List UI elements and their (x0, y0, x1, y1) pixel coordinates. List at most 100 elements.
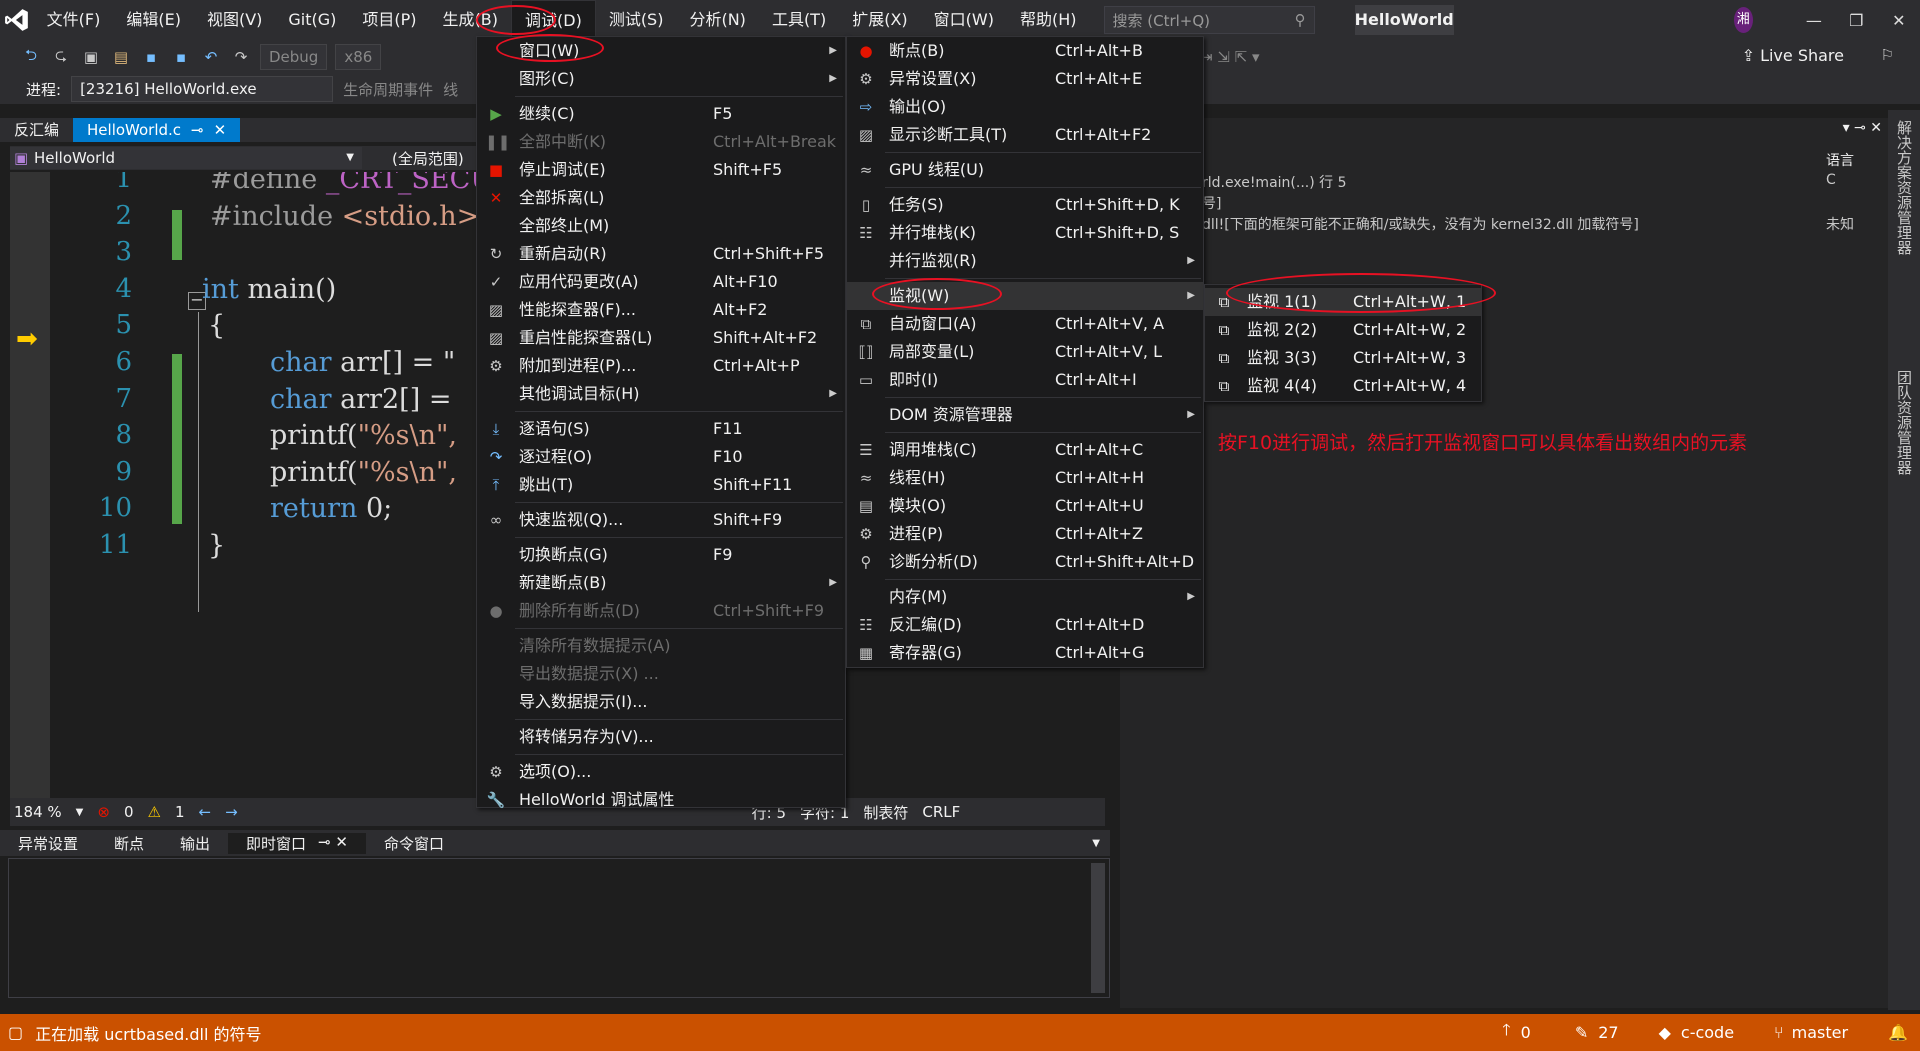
branch-icon[interactable]: ⑂ (1774, 1023, 1784, 1042)
menu-item[interactable]: ⚙ 异常设置(X) Ctrl+Alt+E (847, 65, 1203, 93)
search-box[interactable]: 搜索 (Ctrl+Q) ⚲ (1103, 6, 1315, 34)
process-select[interactable]: [23216] HelloWorld.exe (71, 76, 334, 102)
call-stack-row[interactable]: rld.exe!main(...) 行 5 (1202, 172, 1347, 192)
menu-item-11[interactable]: 窗口(W) (921, 0, 1007, 40)
menu-item[interactable]: ↻ 重新启动(R) Ctrl+Shift+F5 (477, 240, 845, 268)
immediate-window[interactable] (8, 858, 1110, 998)
nav-forward-icon[interactable]: → (225, 803, 238, 821)
lifecycle-events[interactable]: 生命周期事件 (343, 79, 433, 100)
menu-item[interactable]: ✕ 全部拆离(L) (477, 184, 845, 212)
restore-icon[interactable]: ❐ (1835, 11, 1877, 30)
zoom-level[interactable]: 184 % (14, 803, 62, 821)
menu-item[interactable]: 全部终止(M) (477, 212, 845, 240)
back-icon[interactable]: ⮌ (20, 46, 42, 68)
pin-icon[interactable]: ⊸ (191, 118, 204, 142)
code-editor[interactable]: ➡ − 1234567891011#define _CRT_SECUR#incl… (10, 172, 480, 798)
scrollbar[interactable] (1091, 863, 1105, 993)
forward-icon[interactable]: ⮎ (50, 46, 72, 68)
bottom-tab-0[interactable]: 异常设置 (0, 833, 96, 854)
menu-item-3[interactable]: Git(G) (275, 0, 349, 40)
menu-item[interactable]: 图形(C) ▶ (477, 65, 845, 93)
menu-item-10[interactable]: 扩展(X) (839, 0, 920, 40)
bottom-tab-2[interactable]: 输出 (162, 833, 228, 854)
menu-item-7[interactable]: 测试(S) (596, 0, 677, 40)
menu-item[interactable]: ● 断点(B) Ctrl+Alt+B (847, 37, 1203, 65)
watch-menu-item[interactable]: ⧉ 监视 3(3) Ctrl+Alt+W, 3 (1205, 344, 1481, 372)
breakpoint-margin[interactable] (10, 172, 50, 798)
menu-item[interactable]: ▦ 寄存器(G) Ctrl+Alt+G (847, 639, 1203, 667)
arrow-up-icon[interactable]: 🡑 (1502, 1019, 1510, 1046)
menu-item[interactable]: ■ 停止调试(E) Shift+F5 (477, 156, 845, 184)
save-icon[interactable]: ▪ (140, 46, 162, 68)
menu-item[interactable]: ⇨ 输出(O) (847, 93, 1203, 121)
menu-item[interactable]: DOM 资源管理器 ▶ (847, 401, 1203, 429)
menu-item-8[interactable]: 分析(N) (676, 0, 758, 40)
menu-item-1[interactable]: 编辑(E) (113, 0, 194, 40)
redo-icon[interactable]: ↷ (230, 46, 252, 68)
bottom-tab-4[interactable]: 命令窗口 (366, 833, 462, 854)
debug-toolbar-icons[interactable]: ⇥ ⇲ ⇱ ▾ (1200, 48, 1260, 66)
menu-item[interactable]: 其他调试目标(H) ▶ (477, 380, 845, 408)
open-folder-icon[interactable]: ▤ (110, 46, 132, 68)
bottom-tab-3[interactable]: 即时窗口 ⊸ ✕ (228, 832, 366, 854)
close-icon[interactable]: ✕ (1878, 11, 1920, 30)
visual-studio-logo-icon[interactable] (0, 0, 34, 40)
menu-item-9[interactable]: 工具(T) (759, 0, 839, 40)
close-icon[interactable]: ⊸ ✕ (318, 833, 348, 854)
menu-item[interactable]: 导出数据提示(X) ... (477, 660, 845, 688)
menu-item[interactable]: 导入数据提示(I)... (477, 688, 845, 716)
bottom-tab-1[interactable]: 断点 (96, 833, 162, 854)
menu-item[interactable]: ⚙ 附加到进程(P)... Ctrl+Alt+P (477, 352, 845, 380)
tab-solution-explorer[interactable]: 解决方案资源管理器 (1894, 120, 1915, 255)
notification-icon[interactable]: 🔔 (1888, 1023, 1908, 1042)
menu-item[interactable]: ⚙ 进程(P) Ctrl+Alt+Z (847, 520, 1203, 548)
menu-item[interactable]: ● 删除所有断点(D) Ctrl+Shift+F9 (477, 597, 845, 625)
close-tab-icon[interactable]: ✕ (214, 118, 227, 142)
pencil-icon[interactable]: ✎ (1575, 1023, 1588, 1042)
menu-item[interactable]: ⧉ 自动窗口(A) Ctrl+Alt+V, A (847, 310, 1203, 338)
platform-select[interactable]: x86 (335, 44, 382, 70)
menu-item[interactable]: 切换断点(G) F9 (477, 541, 845, 569)
tab-disassembly[interactable]: 反汇编 (0, 118, 73, 142)
menu-item[interactable]: ⟦⟧ 局部变量(L) Ctrl+Alt+V, L (847, 338, 1203, 366)
menu-item[interactable]: ∞ 快速监视(Q)... Shift+F9 (477, 506, 845, 534)
live-share-button[interactable]: ⇪ Live Share (1742, 46, 1844, 65)
repo-name[interactable]: c-code (1681, 1023, 1734, 1042)
menu-item-2[interactable]: 视图(V) (194, 0, 275, 40)
panel-controls[interactable]: ▾ ⊸ ✕ (1843, 120, 1882, 136)
menu-item[interactable]: ▨ 显示诊断工具(T) Ctrl+Alt+F2 (847, 121, 1203, 149)
menu-item[interactable]: 内存(M) ▶ (847, 583, 1203, 611)
repo-icon[interactable]: ◆ (1659, 1023, 1671, 1042)
error-icon[interactable]: ⊗ (97, 803, 110, 821)
menu-item[interactable]: ❚❚ 全部中断(K) Ctrl+Alt+Break (477, 128, 845, 156)
menu-item[interactable]: 新建断点(B) ▶ (477, 569, 845, 597)
save-all-icon[interactable]: ▪ (170, 46, 192, 68)
menu-item-0[interactable]: 文件(F) (34, 0, 114, 40)
branch-name[interactable]: master (1792, 1023, 1848, 1042)
menu-item[interactable]: ▶ 继续(C) F5 (477, 100, 845, 128)
menu-item[interactable]: ☷ 反汇编(D) Ctrl+Alt+D (847, 611, 1203, 639)
menu-item[interactable]: ▨ 重启性能探查器(L) Shift+Alt+F2 (477, 324, 845, 352)
menu-item[interactable]: ▨ 性能探查器(F)... Alt+F2 (477, 296, 845, 324)
menu-item[interactable]: ≈ 线程(H) Ctrl+Alt+H (847, 464, 1203, 492)
menu-item-4[interactable]: 项目(P) (349, 0, 429, 40)
menu-item[interactable]: 清除所有数据提示(A) (477, 632, 845, 660)
menu-item[interactable]: ☷ 并行堆栈(K) Ctrl+Shift+D, S (847, 219, 1203, 247)
menu-item[interactable]: ✓ 应用代码更改(A) Alt+F10 (477, 268, 845, 296)
menu-item[interactable]: ▤ 模块(O) Ctrl+Alt+U (847, 492, 1203, 520)
chevron-down-icon[interactable]: ▼ (76, 807, 84, 818)
tab-helloworld-c[interactable]: HelloWorld.c ⊸ ✕ (73, 118, 241, 142)
menu-item[interactable]: 将转储另存为(V)... (477, 723, 845, 751)
minimize-icon[interactable]: — (1793, 11, 1835, 30)
feedback-icon[interactable]: ⚐ (1881, 46, 1894, 64)
menu-item[interactable]: ▯ 任务(S) Ctrl+Shift+D, K (847, 191, 1203, 219)
scope-select[interactable]: (全局范围) (392, 148, 464, 169)
warning-icon[interactable]: ⚠ (147, 803, 160, 821)
new-project-icon[interactable]: ▣ (80, 46, 102, 68)
menu-item[interactable]: ↷ 逐过程(O) F10 (477, 443, 845, 471)
menu-item[interactable]: ≈ GPU 线程(U) (847, 156, 1203, 184)
watch-menu-item[interactable]: ⧉ 监视 4(4) Ctrl+Alt+W, 4 (1205, 372, 1481, 400)
config-select[interactable]: Debug (260, 44, 328, 70)
menu-item[interactable]: ⚲ 诊断分析(D) Ctrl+Shift+Alt+D (847, 548, 1203, 576)
tab-team-explorer[interactable]: 团队资源管理器 (1894, 370, 1915, 475)
